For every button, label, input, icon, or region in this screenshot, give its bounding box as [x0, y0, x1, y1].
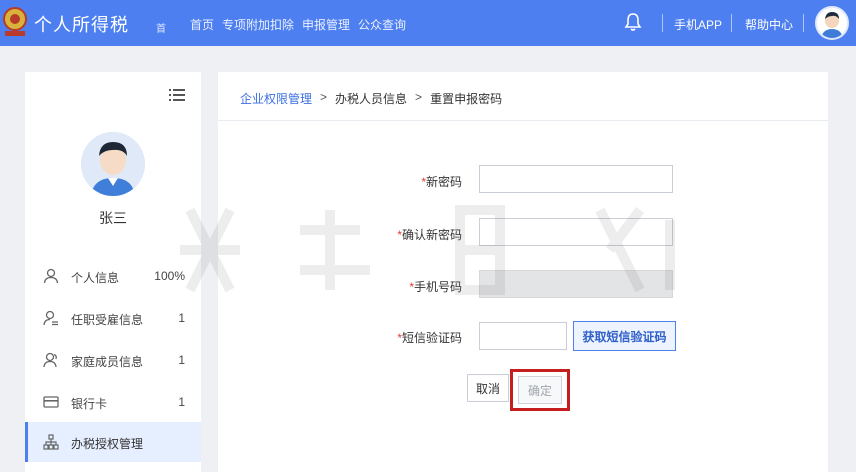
nav-declaration-management[interactable]: 申报管理 [302, 16, 350, 33]
header-divider [662, 14, 663, 32]
sms-code-input[interactable] [479, 322, 567, 350]
sidebar-item-tax-authorization[interactable]: 办税授权管理 [25, 422, 201, 462]
help-center-link[interactable]: 帮助中心 [745, 16, 793, 33]
breadcrumb-enterprise-permissions[interactable]: 企业权限管理 [240, 90, 312, 107]
main-nav: 首页 专项附加扣除 申报管理 公众查询 [190, 16, 406, 33]
app-title: 个人所得税 [34, 15, 129, 35]
breadcrumb-reset-password: 重置申报密码 [430, 92, 503, 106]
header-divider [803, 14, 804, 32]
tax-emblem-icon [3, 7, 27, 36]
sidebar-item-value: 1 [178, 311, 185, 325]
new-password-label-text: 新密码 [425, 175, 462, 189]
nav-public-query[interactable]: 公众查询 [358, 16, 406, 33]
nav-home[interactable]: 首页 [190, 16, 214, 33]
top-header: 个人所得税 首 首页 专项附加扣除 申报管理 公众查询 手机APP 帮助中心 [0, 0, 856, 46]
sidebar-item-label: 个人信息 [71, 271, 120, 285]
bank-card-icon [43, 396, 59, 408]
sidebar-item-value: 100% [154, 269, 185, 283]
user-name: 张三 [99, 210, 127, 226]
menu-toggle-icon[interactable] [169, 88, 185, 102]
header-divider [731, 14, 732, 32]
sidebar-item-label: 任职受雇信息 [71, 313, 144, 327]
cancel-button[interactable]: 取消 [467, 374, 509, 402]
profile-avatar-icon [81, 132, 145, 196]
sms-code-label-text: 短信验证码 [401, 331, 462, 345]
confirm-button[interactable]: 确定 [518, 376, 562, 404]
user-avatar-icon [821, 12, 843, 38]
confirm-password-input[interactable] [479, 218, 673, 246]
profile-avatar [81, 132, 145, 196]
org-chart-icon [43, 434, 59, 450]
divider [218, 120, 828, 121]
sidebar-item-label: 家庭成员信息 [71, 355, 144, 369]
user-icon [43, 268, 59, 284]
employee-icon [43, 310, 58, 326]
breadcrumb-separator: > [320, 90, 328, 104]
phone-input [479, 270, 673, 298]
new-password-label: *新密码 [342, 173, 462, 190]
bell-icon[interactable] [624, 12, 642, 32]
sidebar-item-label: 办税授权管理 [71, 437, 144, 451]
new-password-input[interactable] [479, 165, 673, 193]
breadcrumb-separator: > [415, 90, 423, 104]
home-glyph: 首 [156, 24, 166, 35]
sidebar-item-family-members[interactable]: 家庭成员信息 1 [25, 340, 201, 380]
confirm-password-label-text: 确认新密码 [401, 228, 462, 242]
sms-code-label: *短信验证码 [342, 329, 462, 346]
sidebar-item-bank-card[interactable]: 银行卡 1 [25, 382, 201, 422]
phone-label: *手机号码 [342, 278, 462, 295]
phone-label-text: 手机号码 [413, 280, 462, 294]
sidebar-item-employment-info[interactable]: 任职受雇信息 1 [25, 298, 201, 338]
mobile-app-link[interactable]: 手机APP [674, 16, 722, 33]
sidebar-item-value: 1 [178, 395, 185, 409]
breadcrumb: 企业权限管理 > 办税人员信息 > 重置申报密码 [240, 90, 502, 107]
confirm-password-label: *确认新密码 [342, 226, 462, 243]
user-avatar[interactable] [815, 6, 849, 40]
sidebar-item-value: 1 [178, 353, 185, 367]
main-panel: 企业权限管理 > 办税人员信息 > 重置申报密码 *新密码 *确认新密码 *手机… [218, 72, 828, 472]
family-icon [43, 352, 57, 368]
sidebar-item-label: 银行卡 [71, 397, 108, 411]
get-sms-code-button[interactable]: 获取短信验证码 [573, 321, 676, 351]
sidebar: 张三 个人信息 100% 任职受雇信息 1 家庭成员信息 1 银行卡 1 办税授… [25, 72, 201, 472]
nav-special-deduction[interactable]: 专项附加扣除 [222, 16, 294, 33]
sidebar-item-personal-info[interactable]: 个人信息 100% [25, 256, 201, 296]
breadcrumb-tax-personnel[interactable]: 办税人员信息 [335, 90, 407, 107]
